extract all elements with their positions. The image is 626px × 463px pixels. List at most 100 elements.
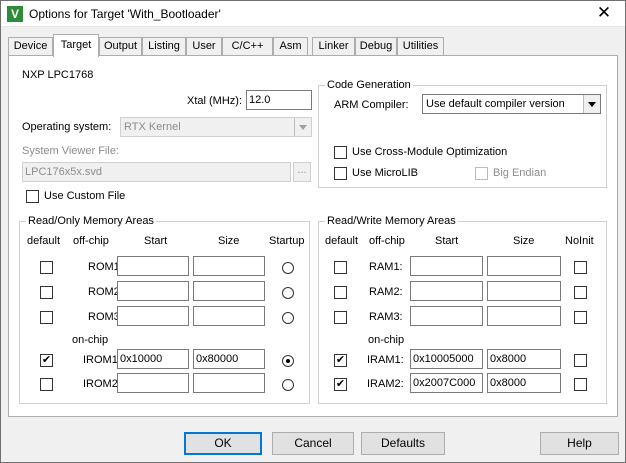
- rom-offchip-header: off-chip: [73, 235, 109, 247]
- tab-target[interactable]: Target: [53, 34, 99, 57]
- irom1-size-input[interactable]: 0x80000: [193, 349, 265, 369]
- xtal-label: Xtal (MHz):: [187, 95, 242, 107]
- rom-areas-title: Read/Only Memory Areas: [26, 215, 156, 227]
- tab-debug[interactable]: Debug: [355, 37, 397, 56]
- ram2-label: RAM2:: [369, 286, 403, 298]
- rom1-start-input[interactable]: [117, 256, 189, 276]
- cancel-button[interactable]: Cancel: [272, 432, 354, 455]
- rom2-default-checkbox[interactable]: [40, 286, 53, 299]
- options-dialog: V Options for Target 'With_Bootloader' ✕…: [0, 0, 626, 463]
- rom3-startup-radio[interactable]: [282, 312, 294, 324]
- arm-compiler-select[interactable]: Use default compiler version: [422, 94, 601, 114]
- title-bar[interactable]: V Options for Target 'With_Bootloader' ✕: [1, 1, 625, 27]
- rom2-startup-radio[interactable]: [282, 287, 294, 299]
- rom3-default-checkbox[interactable]: [40, 311, 53, 324]
- ram2-default-checkbox[interactable]: [334, 286, 347, 299]
- rom3-size-input[interactable]: [193, 306, 265, 326]
- iram1-size-input[interactable]: 0x8000: [487, 349, 561, 369]
- svd-browse-button[interactable]: ...: [293, 162, 311, 182]
- irom2-size-input[interactable]: [193, 373, 265, 393]
- tab-user[interactable]: User: [186, 37, 222, 56]
- iram2-noinit-checkbox[interactable]: [574, 378, 587, 391]
- help-button[interactable]: Help: [540, 432, 619, 455]
- big-endian-checkbox[interactable]: [475, 167, 488, 180]
- tab-output[interactable]: Output: [99, 37, 142, 56]
- iram1-default-checkbox[interactable]: ✔: [334, 354, 347, 367]
- rom-startup-header: Startup: [269, 235, 305, 247]
- big-endian-label: Big Endian: [493, 167, 547, 179]
- iram2-start-input[interactable]: 0x2007C000: [410, 373, 483, 393]
- rom-start-header: Start: [144, 235, 168, 247]
- tab-utilities[interactable]: Utilities: [397, 37, 444, 56]
- tab-device[interactable]: Device: [8, 37, 53, 56]
- rom2-start-input[interactable]: [117, 281, 189, 301]
- microlib-label: Use MicroLIB: [352, 167, 419, 179]
- rom1-default-checkbox[interactable]: [40, 261, 53, 274]
- ram3-size-input[interactable]: [487, 306, 561, 326]
- rom-areas-group: Read/Only Memory Areas default off-chip …: [19, 215, 310, 404]
- xtal-input[interactable]: 12.0: [246, 90, 312, 110]
- ram2-start-input[interactable]: [410, 281, 483, 301]
- rom1-startup-radio[interactable]: [282, 262, 294, 274]
- irom1-default-checkbox[interactable]: ✔: [40, 354, 53, 367]
- ram-start-header: Start: [435, 235, 459, 247]
- microlib-checkbox[interactable]: [334, 167, 347, 180]
- tab-listing[interactable]: Listing: [142, 37, 186, 56]
- ram-areas-group: Read/Write Memory Areas default off-chip…: [318, 215, 607, 404]
- ram2-noinit-checkbox[interactable]: [574, 286, 587, 299]
- chevron-down-icon: [583, 95, 600, 113]
- iram2-label: IRAM2:: [367, 378, 404, 390]
- ram-onchip-label: on-chip: [368, 334, 405, 346]
- svd-label: System Viewer File:: [22, 145, 119, 157]
- irom1-label: IROM1:: [83, 354, 121, 366]
- iram1-label: IRAM1:: [367, 354, 404, 366]
- iram1-noinit-checkbox[interactable]: [574, 354, 587, 367]
- ram3-noinit-checkbox[interactable]: [574, 311, 587, 324]
- ram3-default-checkbox[interactable]: [334, 311, 347, 324]
- defaults-button[interactable]: Defaults: [361, 432, 445, 455]
- arm-compiler-label: ARM Compiler:: [334, 99, 409, 111]
- tab-linker[interactable]: Linker: [312, 37, 355, 56]
- ram1-start-input[interactable]: [410, 256, 483, 276]
- irom1-start-input[interactable]: 0x10000: [117, 349, 189, 369]
- ram1-default-checkbox[interactable]: [334, 261, 347, 274]
- checkmark-icon: ✔: [41, 354, 52, 366]
- checkmark-icon: ✔: [335, 378, 346, 390]
- ram-offchip-header: off-chip: [369, 235, 405, 247]
- iram2-default-checkbox[interactable]: ✔: [334, 378, 347, 391]
- ram1-size-input[interactable]: [487, 256, 561, 276]
- rom-default-header: default: [27, 235, 61, 247]
- close-icon[interactable]: ✕: [589, 2, 619, 24]
- rom3-start-input[interactable]: [117, 306, 189, 326]
- ram-noinit-header: NoInit: [565, 235, 594, 247]
- rom1-size-input[interactable]: [193, 256, 265, 276]
- checkmark-icon: ✔: [335, 354, 346, 366]
- rom2-size-input[interactable]: [193, 281, 265, 301]
- arm-compiler-value: Use default compiler version: [426, 98, 565, 110]
- chevron-down-icon: [294, 118, 311, 136]
- irom1-startup-radio[interactable]: [282, 355, 294, 367]
- ok-button[interactable]: OK: [184, 432, 262, 455]
- iram1-start-input[interactable]: 0x10005000: [410, 349, 483, 369]
- tab-c-cpp[interactable]: C/C++: [222, 37, 273, 56]
- iram2-size-input[interactable]: 0x8000: [487, 373, 561, 393]
- ram1-label: RAM1:: [369, 261, 403, 273]
- rom-size-header: Size: [218, 235, 240, 247]
- use-custom-file-checkbox[interactable]: [26, 190, 39, 203]
- window-title: Options for Target 'With_Bootloader': [29, 7, 221, 21]
- os-select[interactable]: RTX Kernel: [120, 117, 312, 137]
- svd-input[interactable]: LPC176x5x.svd: [22, 162, 291, 182]
- ram2-size-input[interactable]: [487, 281, 561, 301]
- ram1-noinit-checkbox[interactable]: [574, 261, 587, 274]
- irom2-start-input[interactable]: [117, 373, 189, 393]
- cross-module-checkbox[interactable]: [334, 146, 347, 159]
- irom2-startup-radio[interactable]: [282, 379, 294, 391]
- irom2-default-checkbox[interactable]: [40, 378, 53, 391]
- tab-asm[interactable]: Asm: [273, 37, 308, 56]
- code-generation-title: Code Generation: [325, 79, 413, 91]
- device-name: NXP LPC1768: [22, 69, 94, 81]
- ram3-start-input[interactable]: [410, 306, 483, 326]
- ram3-label: RAM3:: [369, 311, 403, 323]
- target-tab-panel: NXP LPC1768 Xtal (MHz): 12.0 Operating s…: [8, 55, 618, 417]
- ram-default-header: default: [325, 235, 359, 247]
